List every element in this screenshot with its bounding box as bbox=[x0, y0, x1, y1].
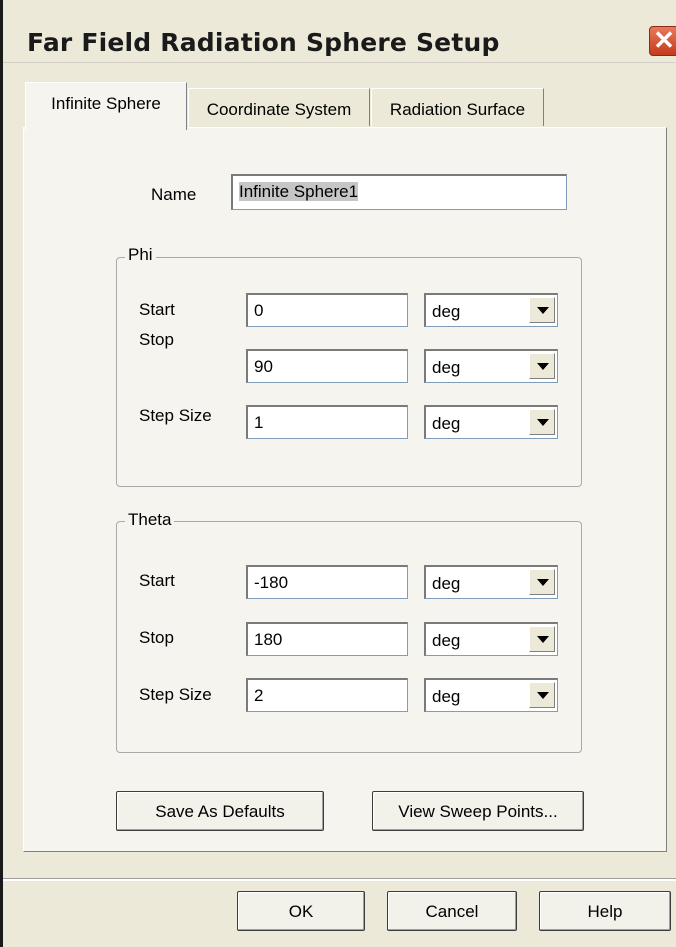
tab-label: Infinite Sphere bbox=[51, 94, 161, 113]
tab-infinite-sphere[interactable]: Infinite Sphere bbox=[25, 82, 187, 130]
phi-start-label: Start bbox=[139, 300, 175, 319]
phi-start-input[interactable]: 0 bbox=[246, 293, 408, 327]
theta-start-label: Start bbox=[139, 571, 175, 590]
theta-start-unit-select[interactable]: deg bbox=[424, 565, 558, 599]
close-icon: ✕ bbox=[653, 25, 675, 55]
phi-step-input[interactable]: 1 bbox=[246, 405, 408, 439]
phi-stop-unit-select[interactable]: deg bbox=[424, 349, 558, 383]
chevron-down-icon[interactable] bbox=[529, 297, 555, 323]
theta-start-value: -180 bbox=[254, 573, 289, 592]
theta-step-unit-select[interactable]: deg bbox=[424, 678, 558, 712]
tab-coordinate-system[interactable]: Coordinate System bbox=[188, 88, 370, 126]
chevron-down-icon[interactable] bbox=[529, 409, 555, 435]
tab-label: Radiation Surface bbox=[389, 100, 526, 119]
close-button[interactable]: ✕ bbox=[649, 25, 676, 56]
tab-label: Coordinate System bbox=[206, 100, 352, 119]
theta-stop-value: 180 bbox=[254, 630, 283, 649]
view-sweep-points-button[interactable]: View Sweep Points... bbox=[372, 791, 584, 831]
theta-stop-label: Stop bbox=[139, 628, 174, 647]
phi-step-value: 1 bbox=[254, 413, 264, 432]
chevron-down-icon[interactable] bbox=[529, 626, 555, 652]
phi-stop-value: 90 bbox=[254, 357, 273, 376]
theta-stop-unit-select[interactable]: deg bbox=[424, 622, 558, 656]
phi-stop-input[interactable]: 90 bbox=[246, 349, 408, 383]
tab-panel-infinite-sphere: Name Infinite Sphere1 Phi Start 0 deg St… bbox=[23, 127, 667, 852]
window-title: Far Field Radiation Sphere Setup bbox=[27, 28, 500, 57]
title-bar: Far Field Radiation Sphere Setup ✕ bbox=[3, 0, 676, 63]
chevron-down-icon[interactable] bbox=[529, 353, 555, 379]
save-as-defaults-button[interactable]: Save As Defaults bbox=[116, 791, 324, 831]
phi-step-label: Step Size bbox=[139, 406, 212, 425]
ok-button[interactable]: OK bbox=[237, 891, 365, 931]
theta-group-title: Theta bbox=[125, 510, 175, 530]
dialog-window: Far Field Radiation Sphere Setup ✕ Infin… bbox=[0, 0, 676, 947]
theta-start-input[interactable]: -180 bbox=[246, 565, 408, 599]
cancel-button[interactable]: Cancel bbox=[387, 891, 517, 931]
theta-step-unit: deg bbox=[432, 687, 461, 706]
phi-start-unit: deg bbox=[432, 302, 461, 321]
theta-start-unit: deg bbox=[432, 574, 461, 593]
phi-start-value: 0 bbox=[254, 301, 264, 320]
tab-radiation-surface[interactable]: Radiation Surface bbox=[371, 88, 544, 126]
theta-step-label: Step Size bbox=[139, 685, 212, 704]
chevron-down-icon[interactable] bbox=[529, 569, 555, 595]
name-label: Name bbox=[151, 185, 197, 204]
phi-stop-unit: deg bbox=[432, 358, 461, 377]
theta-stop-input[interactable]: 180 bbox=[246, 622, 408, 656]
help-button[interactable]: Help bbox=[539, 891, 671, 931]
theta-step-value: 2 bbox=[254, 686, 264, 705]
theta-step-input[interactable]: 2 bbox=[246, 678, 408, 712]
name-input[interactable]: Infinite Sphere1 bbox=[231, 174, 567, 210]
phi-step-unit: deg bbox=[432, 414, 461, 433]
phi-start-unit-select[interactable]: deg bbox=[424, 293, 558, 327]
phi-stop-label: Stop bbox=[139, 330, 174, 349]
footer-divider bbox=[3, 878, 676, 881]
chevron-down-icon[interactable] bbox=[529, 682, 555, 708]
theta-stop-unit: deg bbox=[432, 631, 461, 650]
phi-group-title: Phi bbox=[125, 245, 156, 265]
name-value: Infinite Sphere1 bbox=[239, 182, 359, 201]
phi-step-unit-select[interactable]: deg bbox=[424, 405, 558, 439]
